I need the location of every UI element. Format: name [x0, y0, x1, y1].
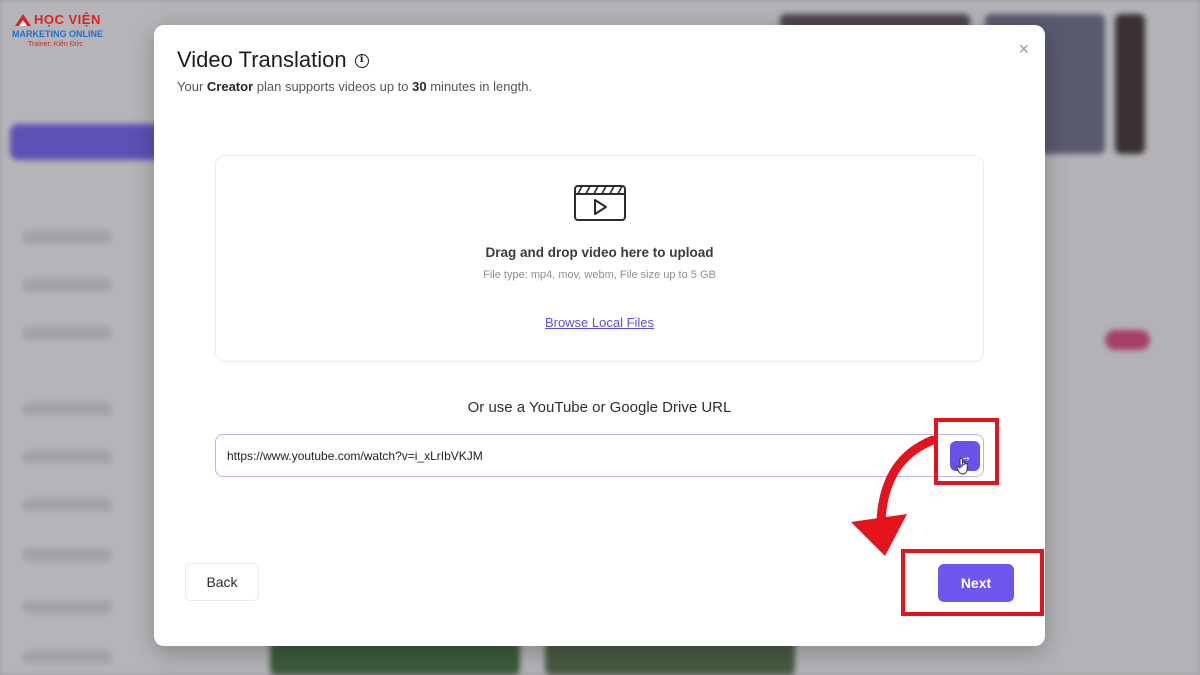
- plan-limit: 30: [412, 79, 427, 94]
- modal-title-text: Video Translation: [177, 47, 347, 72]
- logo-subtitle: MARKETING ONLINE: [12, 29, 103, 39]
- close-icon[interactable]: ×: [1018, 39, 1029, 60]
- dropzone-title: Drag and drop video here to upload: [485, 245, 714, 260]
- back-button[interactable]: Back: [185, 563, 259, 601]
- logo-tagline: Trainer: Kiên Đức: [28, 41, 83, 48]
- plan-description: Your Creator plan supports videos up to …: [177, 79, 532, 94]
- watermark-logo: HỌC VIỆN MARKETING ONLINE Trainer: Kiên …: [8, 10, 118, 54]
- upload-dropzone[interactable]: Drag and drop video here to upload File …: [215, 155, 984, 362]
- plan-name: Creator: [206, 79, 254, 94]
- info-icon[interactable]: [354, 54, 369, 68]
- logo-title: HỌC VIỆN: [34, 12, 101, 27]
- plan-description-suffix: minutes in length.: [426, 79, 533, 94]
- highlight-next-box: [901, 549, 1044, 616]
- curved-arrow-icon: [851, 436, 938, 556]
- logo-mark-icon: [15, 14, 31, 26]
- dropzone-file-info: File type: mp4, mov, webm, File size up …: [483, 269, 716, 281]
- video-clapper-icon: [574, 185, 626, 221]
- url-heading: Or use a YouTube or Google Drive URL: [467, 399, 732, 416]
- plan-description-middle: plan supports videos up to: [253, 79, 413, 94]
- modal-title: Video Translation: [177, 47, 369, 73]
- plan-description-prefix: Your: [177, 79, 207, 94]
- browse-local-files-link[interactable]: Browse Local Files: [216, 315, 983, 330]
